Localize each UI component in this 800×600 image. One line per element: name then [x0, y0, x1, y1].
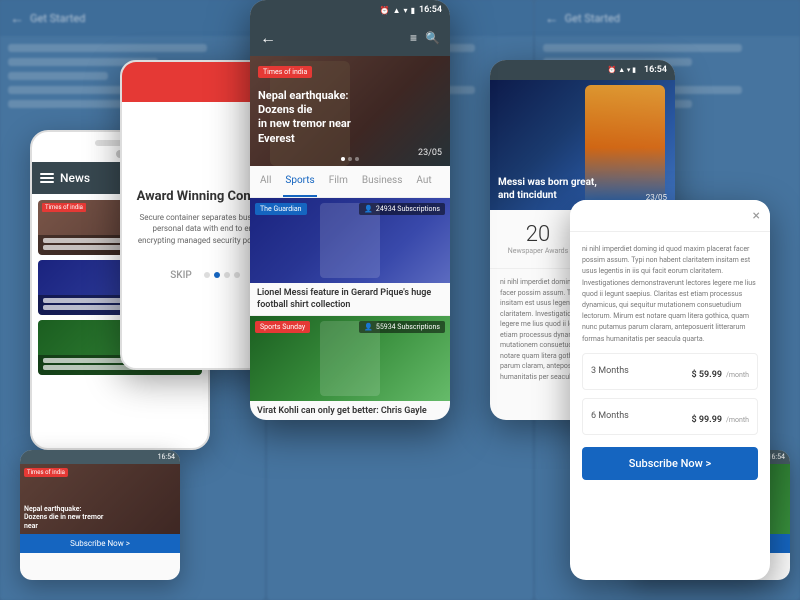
phone-right-time: 16:54	[644, 65, 667, 75]
plan-3months[interactable]: 3 Months $ 59.99 /month	[582, 353, 758, 390]
pagination-dots	[204, 272, 240, 278]
alarm-icon: ⏰	[380, 6, 390, 15]
dot-2	[214, 272, 220, 278]
news-title-guardian: Lionel Messi feature in Gerard Pique's h…	[250, 283, 450, 315]
dot-3	[224, 272, 230, 278]
hero-dot-3	[355, 157, 359, 161]
bottom-left-time: 16:54	[158, 453, 175, 461]
bottom-left-hero: Times of india Nepal earthquake: Dozens …	[20, 464, 180, 534]
tab-all[interactable]: All	[258, 166, 273, 197]
hero-section: Times of india Nepal earthquake: Dozens …	[250, 56, 450, 166]
news-tabs: All Sports Film Business Aut	[250, 166, 450, 198]
plan-duration-2: 6 Months	[591, 411, 629, 421]
dot-1	[204, 272, 210, 278]
signal-icon: ▲	[393, 6, 401, 15]
plan-period-1: /month	[726, 371, 749, 379]
subscriptions-badge-2: 👤 55934 Subscriptions	[359, 321, 445, 333]
news-list: 👤 24934 Subscriptions The Guardian Lione…	[250, 198, 450, 420]
hero-source-badge: Times of india	[258, 66, 312, 78]
phone-right-status: ⏰ ▲ ▾ ▮ 16:54	[490, 60, 675, 80]
newspaper-award-count: 20	[502, 222, 574, 247]
bottom-right-time: 16:54	[768, 453, 785, 461]
header-icons: ≡ 🔍	[410, 31, 440, 45]
person-icon: 👤	[364, 205, 373, 213]
skip-button[interactable]: SKIP	[170, 270, 192, 281]
plan-period-2: /month	[726, 416, 749, 424]
plan-price-2: $ 99.99	[691, 415, 722, 425]
plan-duration-1: 3 Months	[591, 366, 629, 376]
messi-hero-text: Messi was born great,and tincidunt	[498, 176, 598, 202]
news-title-sports: Virat Kohli can only get better: Chris G…	[250, 401, 450, 420]
bottom-left-subscribe[interactable]: Subscribe Now >	[20, 534, 180, 553]
hero-dots	[341, 157, 359, 161]
source-badge-sports: Sports Sunday	[255, 321, 310, 333]
hamburger-icon	[40, 173, 54, 183]
bottom-left-title: Nepal earthquake: Dozens die in new trem…	[24, 505, 104, 530]
newspaper-awards: 20 Newspaper Awards	[502, 222, 574, 256]
filter-icon[interactable]: ≡	[410, 31, 417, 45]
status-bar: ⏰ ▲ ▾ ▮ 16:54	[250, 0, 450, 20]
subscribe-header: ×	[570, 200, 770, 232]
dot-4	[234, 272, 240, 278]
hero-dot-1	[341, 157, 345, 161]
tab-sports[interactable]: Sports	[283, 166, 316, 197]
subscribe-now-button[interactable]: Subscribe Now >	[582, 447, 758, 480]
hero-date: 23/05	[418, 148, 442, 158]
search-icon[interactable]: 🔍	[425, 31, 440, 45]
hero-dot-2	[348, 157, 352, 161]
subscribe-lorem: ni nihl imperdiet doming id quod maxim p…	[582, 244, 758, 345]
plan-price-1: $ 59.99	[691, 370, 722, 380]
plan-6months[interactable]: 6 Months $ 99.99 /month	[582, 398, 758, 435]
phone-right-hero: Messi was born great,and tincidunt 23/05	[490, 80, 675, 210]
phone-main: ⏰ ▲ ▾ ▮ 16:54 ← ≡ 🔍 Times of india Nepal…	[250, 0, 450, 420]
news-item-sports[interactable]: 👤 55934 Subscriptions Sports Sunday Vira…	[250, 316, 450, 420]
hero-title: Nepal earthquake: Dozens diein new tremo…	[258, 89, 378, 146]
bottom-left-source: Times of india	[24, 468, 68, 477]
skip-row: SKIP	[170, 270, 240, 281]
person-icon-2: 👤	[364, 323, 373, 331]
tab-business[interactable]: Business	[360, 166, 404, 197]
wifi-icon: ▾	[404, 6, 408, 15]
status-icons: ⏰ ▲ ▾ ▮	[380, 6, 415, 15]
subscriptions-badge-1: 👤 24934 Subscriptions	[359, 203, 445, 215]
news-item-guardian[interactable]: 👤 24934 Subscriptions The Guardian Lione…	[250, 198, 450, 316]
subscribe-content: ni nihl imperdiet doming id quod maxim p…	[570, 232, 770, 580]
tab-film[interactable]: Film	[327, 166, 350, 197]
battery-icon: ▮	[411, 6, 415, 15]
bottom-left-status: 16:54	[20, 450, 180, 464]
tab-auto[interactable]: Aut	[414, 166, 433, 197]
phone-bottom-left: 16:54 Times of india Nepal earthquake: D…	[20, 450, 180, 580]
back-button[interactable]: ←	[260, 28, 276, 48]
newspaper-award-label: Newspaper Awards	[502, 247, 574, 256]
status-time: 16:54	[419, 5, 442, 15]
source-badge-guardian: The Guardian	[255, 203, 307, 215]
close-button[interactable]: ×	[753, 208, 760, 224]
phone-subscribe: × ni nihl imperdiet doming id quod maxim…	[570, 200, 770, 580]
phone-main-header: ← ≡ 🔍	[250, 20, 450, 56]
phone-news-title: News	[60, 171, 90, 185]
